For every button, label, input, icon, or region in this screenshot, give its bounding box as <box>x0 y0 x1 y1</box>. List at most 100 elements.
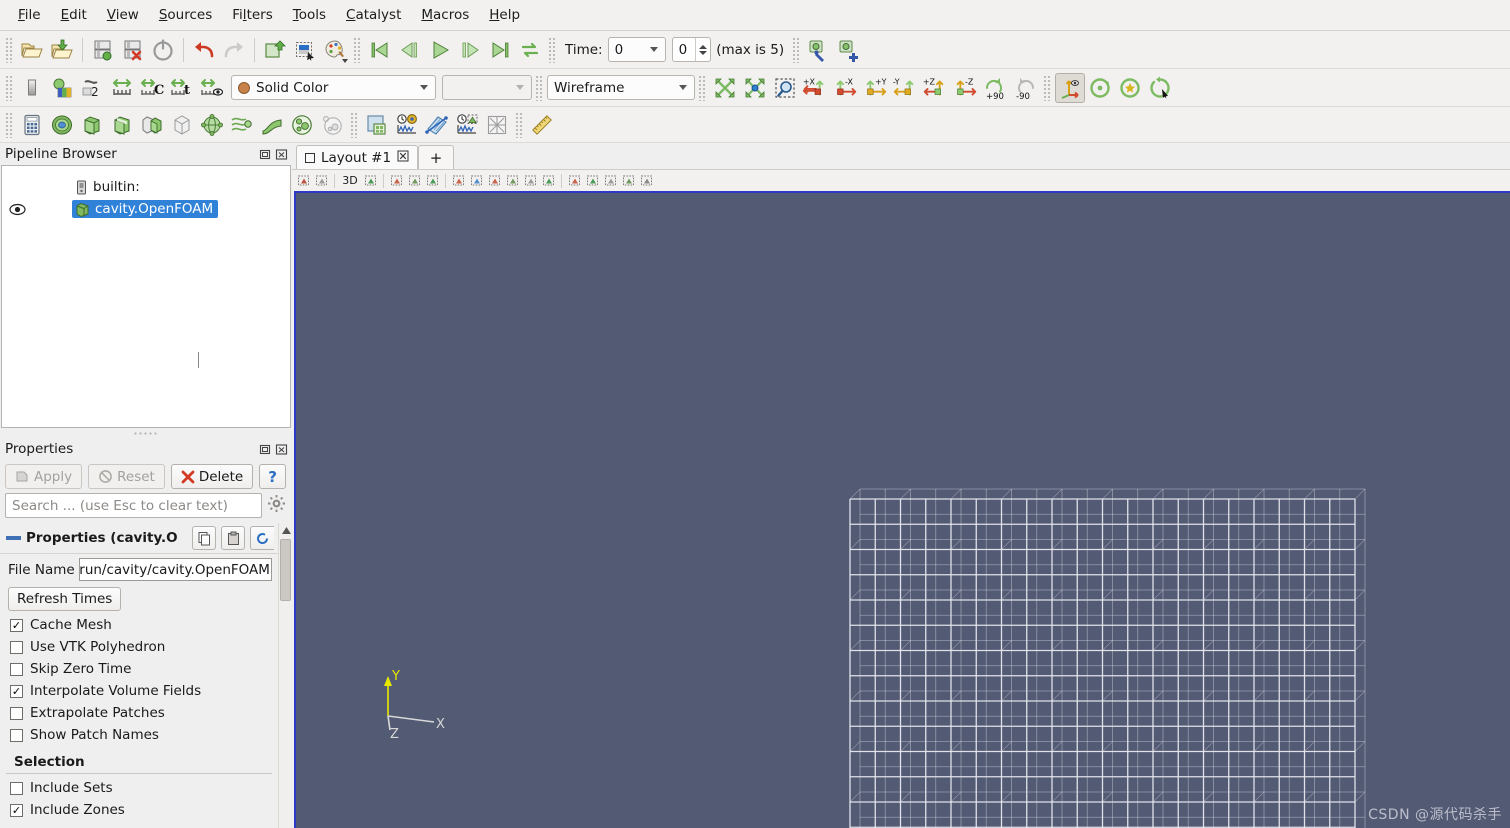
undock-icon[interactable] <box>258 147 272 161</box>
rescale-time-icon[interactable]: C <box>137 73 167 103</box>
menu-tools[interactable]: Tools <box>283 3 336 27</box>
adjust-camera-icon[interactable] <box>804 35 834 65</box>
checkbox-use-vtk-polyhedron[interactable] <box>10 640 23 654</box>
stream-tracer-icon[interactable] <box>227 110 257 140</box>
minus-y-icon[interactable]: -Y <box>890 73 920 103</box>
menu-help[interactable]: Help <box>479 3 530 27</box>
new-layout-tab[interactable]: + <box>418 145 455 169</box>
toolbar-grip[interactable] <box>350 111 359 138</box>
query-icon[interactable] <box>602 172 619 190</box>
hover-query-icon[interactable] <box>620 172 637 190</box>
select-cells-icon[interactable] <box>388 172 405 190</box>
checkbox-row[interactable]: Extrapolate Patches <box>0 702 278 724</box>
camera-redo-icon[interactable] <box>313 172 330 190</box>
clear-selection-icon[interactable] <box>638 172 655 190</box>
paste-icon[interactable] <box>221 526 245 550</box>
render-view-canvas[interactable]: Y X Z <box>296 193 1510 828</box>
undo-icon[interactable] <box>189 35 219 65</box>
menu-filters[interactable]: Filters <box>222 3 283 27</box>
toolbar-grip[interactable] <box>1043 74 1052 101</box>
interactive-select-points-icon[interactable] <box>540 172 557 190</box>
first-frame-icon[interactable] <box>365 35 395 65</box>
pipeline-row-cavity[interactable]: cavity.OpenFOAM <box>2 198 290 220</box>
group-datasets-icon[interactable] <box>287 110 317 140</box>
checkbox-show-patch-names[interactable] <box>10 728 23 742</box>
frame-spinner[interactable]: 0 <box>671 37 712 62</box>
reset-center-icon[interactable] <box>1085 73 1115 103</box>
rotation-center-icon[interactable] <box>1145 73 1175 103</box>
copy-icon[interactable] <box>192 526 216 550</box>
refresh-times-button[interactable]: Refresh Times <box>8 587 122 611</box>
pipeline-item-cavity[interactable]: cavity.OpenFOAM <box>72 200 219 218</box>
last-frame-icon[interactable] <box>485 35 515 65</box>
pipeline-item-builtin[interactable]: builtin: <box>72 178 145 196</box>
checkbox-row[interactable]: Include Sets <box>0 777 278 799</box>
pipeline-browser[interactable]: builtin: cavity.OpenFOAM <box>1 165 291 428</box>
menu-file[interactable]: File <box>8 3 51 27</box>
capture-icon[interactable] <box>362 172 379 190</box>
edit-color-map-icon[interactable] <box>47 73 77 103</box>
toolbar-grip[interactable] <box>515 111 524 138</box>
warp-icon[interactable] <box>257 110 287 140</box>
undock-icon[interactable] <box>258 442 272 456</box>
pick-center-icon[interactable] <box>1115 73 1145 103</box>
frustum-cells-icon[interactable] <box>486 172 503 190</box>
loop-icon[interactable] <box>515 35 545 65</box>
zoom-to-data-icon[interactable] <box>740 73 770 103</box>
checkbox-row[interactable]: ✓ Cache Mesh <box>0 614 278 636</box>
array-component-combo[interactable] <box>442 75 532 100</box>
menu-catalyst[interactable]: Catalyst <box>336 3 411 27</box>
threshold-icon[interactable] <box>137 110 167 140</box>
scalar-bar-icon[interactable] <box>17 73 47 103</box>
hover-points-icon[interactable] <box>584 172 601 190</box>
3d-toggle-button[interactable]: 3D <box>339 172 361 190</box>
hover-cells-icon[interactable] <box>566 172 583 190</box>
checkbox-interpolate-volume-fields[interactable]: ✓ <box>10 684 23 698</box>
spinner-down-icon[interactable] <box>699 50 708 55</box>
pipeline-row-builtin[interactable]: builtin: <box>2 176 290 198</box>
toolbar-grip[interactable] <box>792 36 802 63</box>
save-data-icon[interactable] <box>88 35 118 65</box>
menu-macros[interactable]: Macros <box>411 3 479 27</box>
tab-layout-1[interactable]: Layout #1 <box>296 145 419 169</box>
toolbar-grip[interactable] <box>548 36 557 63</box>
minus-x-icon[interactable]: -X <box>830 73 860 103</box>
add-camera-icon[interactable] <box>834 35 864 65</box>
gear-icon[interactable] <box>267 494 286 517</box>
checkbox-include-zones[interactable]: ✓ <box>10 803 23 817</box>
panel-splitter[interactable] <box>0 428 292 438</box>
rescale-visible-range-icon[interactable] <box>197 73 227 103</box>
minus-z-icon[interactable]: -Z <box>950 73 980 103</box>
open-recent-icon[interactable] <box>47 35 77 65</box>
contour-icon[interactable] <box>47 110 77 140</box>
checkbox-row[interactable]: ✓ Include Zones <box>0 799 278 821</box>
file-name-input[interactable]: /run/cavity/cavity.OpenFOAM <box>78 558 272 581</box>
plot-selection-icon[interactable] <box>452 110 482 140</box>
menu-view[interactable]: View <box>97 3 149 27</box>
rotate-plus-90-icon[interactable]: +90 <box>980 73 1010 103</box>
open-file-icon[interactable] <box>17 35 47 65</box>
delete-button[interactable]: Delete <box>170 464 254 489</box>
reset-camera-icon[interactable] <box>710 73 740 103</box>
plot-over-line-icon[interactable] <box>422 110 452 140</box>
toolbar-grip[interactable] <box>698 74 707 101</box>
frustum-points-icon[interactable] <box>504 172 521 190</box>
search-input[interactable]: Search ... (use Esc to clear text) <box>5 493 262 518</box>
spinner-buttons[interactable] <box>695 38 710 61</box>
checkbox-extrapolate-patches[interactable] <box>10 706 23 720</box>
close-icon[interactable] <box>274 147 288 161</box>
spreadsheet-view-icon[interactable] <box>362 110 392 140</box>
properties-scroll-area[interactable]: Properties (cavity.O File Name /run/cavi… <box>0 523 292 828</box>
toolbar-grip[interactable] <box>353 36 362 63</box>
select-points-icon[interactable] <box>406 172 423 190</box>
spinner-up-icon[interactable] <box>699 44 708 49</box>
rescale-data-range-icon[interactable] <box>107 73 137 103</box>
zoom-to-box-icon[interactable] <box>770 73 800 103</box>
previous-frame-icon[interactable] <box>395 35 425 65</box>
select-points-through-icon[interactable] <box>450 172 467 190</box>
toolbar-grip[interactable] <box>5 36 14 63</box>
select-cells-through-icon[interactable] <box>424 172 441 190</box>
close-icon[interactable] <box>274 442 288 456</box>
extract-subset-icon[interactable] <box>167 110 197 140</box>
toolbar-grip[interactable] <box>535 74 544 101</box>
